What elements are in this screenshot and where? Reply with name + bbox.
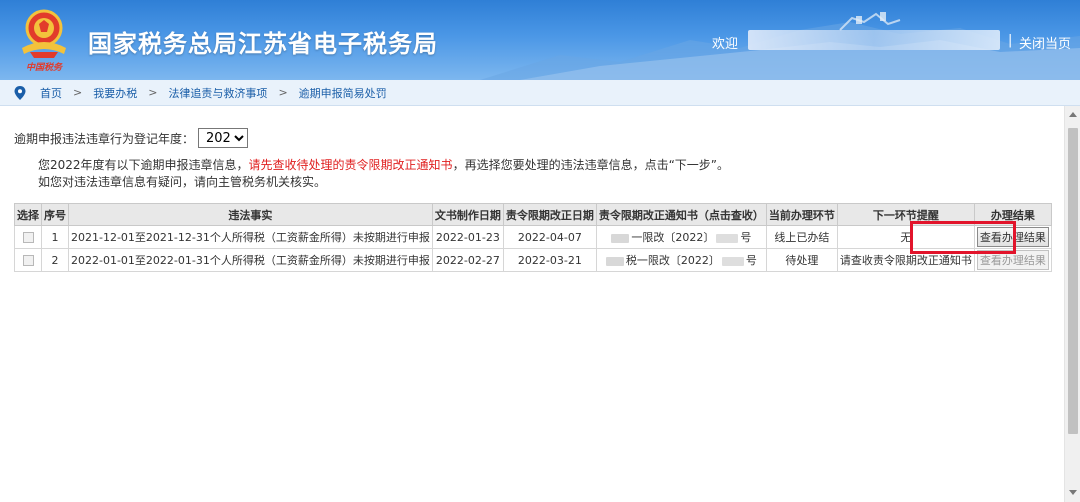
row-deadline: 2022-03-21	[502, 248, 597, 272]
notice-line-1: 您2022年度有以下逾期申报违章信息，请先查收待处理的责令限期改正通知书，再选择…	[38, 157, 729, 174]
row-index: 2	[41, 248, 69, 272]
scroll-up-arrow-icon[interactable]	[1069, 112, 1077, 117]
row-fact: 2022-01-01至2022-01-31个人所得税（工资薪金所得）未按期进行申…	[68, 248, 433, 272]
row-checkbox[interactable]	[22, 255, 34, 266]
breadcrumb-home[interactable]: 首页	[40, 85, 62, 101]
scroll-down-arrow-icon[interactable]	[1069, 490, 1077, 495]
notice-text: 您2022年度有以下逾期申报违章信息，请先查收待处理的责令限期改正通知书，再选择…	[38, 157, 729, 191]
notice-number-suffix: 号	[740, 231, 752, 244]
breadcrumb: 首页 > 我要办税 > 法律追责与救济事项 > 逾期申报简易处罚	[0, 80, 1080, 106]
breadcrumb-current-page[interactable]: 逾期申报简易处罚	[299, 85, 387, 101]
notice-highlight: 请先查收待处理的责令限期改正通知书	[248, 158, 453, 172]
notice-number-text: 税一限改〔2022〕	[625, 254, 720, 267]
col-header-doc-date: 文书制作日期	[431, 203, 504, 226]
user-name-redacted	[748, 30, 1000, 50]
redacted-text	[605, 256, 624, 266]
annotation-highlight-box	[910, 221, 1016, 254]
table-row: 2 2022-01-01至2022-01-31个人所得税（工资薪金所得）未按期进…	[14, 248, 1052, 272]
map-pin-icon	[14, 85, 26, 100]
site-header: 中国税务 国家税务总局江苏省电子税务局 欢迎 | 关闭当页	[0, 0, 1080, 80]
row-index: 1	[41, 225, 69, 249]
year-filter-label: 逾期申报违法违章行为登记年度：	[14, 131, 195, 146]
row-doc-date: 2022-01-23	[431, 225, 504, 249]
notice-line-2: 如您对违法违章信息有疑问，请向主管税务机关核实。	[38, 175, 327, 189]
col-header-select: 选择	[14, 203, 42, 226]
welcome-text: 欢迎	[712, 37, 739, 52]
row-select-cell	[14, 225, 42, 249]
violation-records-table: 选择 序号 违法事实 文书制作日期 责令限期改正日期 责令限期改正通知书（点击查…	[14, 203, 1052, 272]
year-filter: 逾期申报违法违章行为登记年度： 2022	[14, 128, 249, 148]
breadcrumb-separator: >	[148, 86, 158, 99]
row-doc-date: 2022-02-27	[431, 248, 504, 272]
redacted-text	[716, 233, 739, 243]
close-page-link[interactable]: 关闭当页	[1019, 33, 1071, 52]
col-header-stage: 当前办理环节	[765, 203, 838, 226]
table-row: 1 2021-12-01至2021-12-31个人所得税（工资薪金所得）未按期进…	[14, 225, 1052, 249]
row-deadline: 2022-04-07	[502, 225, 597, 249]
breadcrumb-separator: >	[73, 86, 83, 99]
page-scrollbar[interactable]	[1064, 106, 1080, 502]
notice-number-suffix: 号	[745, 254, 757, 267]
row-select-cell	[14, 248, 42, 272]
redacted-text	[611, 233, 630, 243]
emblem-caption: 中国税务	[26, 63, 63, 73]
notice-part-1: 您2022年度有以下逾期申报违章信息，	[38, 158, 249, 172]
col-header-index: 序号	[41, 203, 69, 226]
col-header-deadline: 责令限期改正日期	[502, 203, 597, 226]
breadcrumb-legal-remedy[interactable]: 法律追责与救济事项	[168, 85, 267, 101]
notice-number-text: 一限改〔2022〕	[631, 231, 715, 244]
site-title: 国家税务总局江苏省电子税务局	[88, 30, 438, 58]
row-fact: 2021-12-01至2021-12-31个人所得税（工资薪金所得）未按期进行申…	[68, 225, 433, 249]
col-header-fact: 违法事实	[68, 203, 433, 226]
breadcrumb-tax-handling[interactable]: 我要办税	[93, 85, 137, 101]
col-header-notice: 责令限期改正通知书（点击查收）	[595, 203, 767, 226]
header-separator: |	[1008, 33, 1013, 48]
scroll-thumb[interactable]	[1068, 128, 1078, 434]
row-notice-link[interactable]: 一限改〔2022〕 号	[595, 225, 767, 249]
redacted-text	[721, 256, 744, 266]
row-stage: 线上已办结	[765, 225, 838, 249]
year-select[interactable]: 2022	[198, 128, 249, 148]
row-notice-link[interactable]: 税一限改〔2022〕 号	[595, 248, 767, 272]
row-checkbox[interactable]	[22, 232, 34, 243]
breadcrumb-separator: >	[278, 86, 288, 99]
table-header-row: 选择 序号 违法事实 文书制作日期 责令限期改正日期 责令限期改正通知书（点击查…	[14, 203, 1052, 226]
notice-part-2: ，再选择您要处理的违法违章信息，点击“下一步”。	[452, 158, 729, 172]
row-stage: 待处理	[765, 248, 838, 272]
